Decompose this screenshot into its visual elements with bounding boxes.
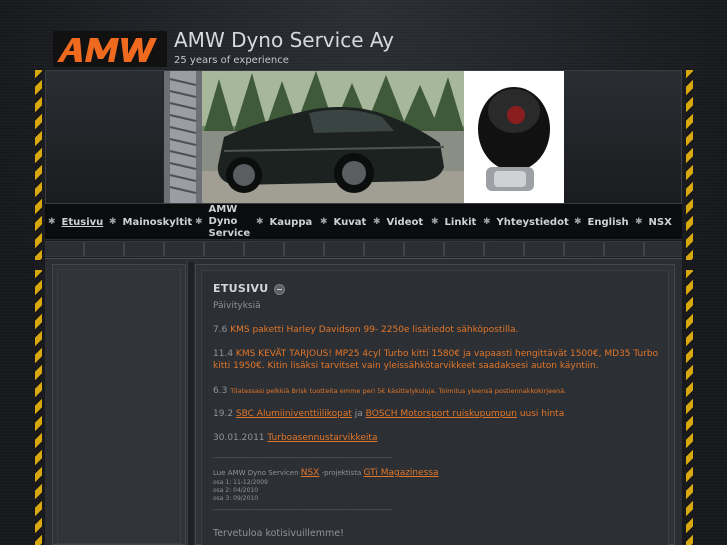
- sbc-valve-covers-link[interactable]: SBC Alumiiniventtiilikopat: [236, 409, 352, 419]
- news-item: 30.01.2011 Turboasennustarvikkeita: [213, 432, 678, 444]
- page-subtitle: Päivityksiä: [213, 301, 261, 311]
- banner-side-right: [564, 71, 681, 203]
- page-title: ETUSIVU: [213, 282, 269, 295]
- star-icon: ✱: [431, 217, 439, 227]
- nav-item-nsx[interactable]: ✱ NSX: [635, 204, 672, 240]
- nav-item-yhteystiedot[interactable]: ✱ Yhteystiedot: [483, 204, 569, 240]
- star-icon: ✱: [256, 217, 264, 227]
- sidebar-panel: [52, 264, 186, 545]
- news-text: KMS paketti Harley Davidson 99- 2250e li…: [230, 325, 519, 335]
- collapse-icon[interactable]: [274, 284, 285, 295]
- separator-line: ----------------------------------------…: [213, 506, 393, 514]
- news-text: ja: [351, 409, 366, 419]
- star-icon: ✱: [109, 217, 117, 227]
- news-text: Tilatessasi pelkkiä Brisk tuotteita emme…: [230, 387, 567, 395]
- hazard-stripe-left: [35, 70, 42, 260]
- star-icon: ✱: [574, 217, 582, 227]
- project-prefix: Lue AMW Dyno Servicen: [213, 469, 301, 477]
- news-item: 19.2 SBC Alumiiniventtiilikopat ja BOSCH…: [213, 408, 678, 420]
- news-text: KMS KEVÄT TARJOUS! MP25 4cyl Turbo kitti…: [213, 349, 659, 371]
- star-icon: ✱: [635, 217, 643, 227]
- nav-item-etusivu[interactable]: ✱ Etusivu: [48, 204, 103, 240]
- project-part: osa 3: 09/2010: [213, 495, 259, 502]
- banner-image: [164, 71, 564, 203]
- news-date: 11.4: [213, 349, 234, 359]
- banner-side-left: [46, 71, 163, 203]
- news-date: 7.6: [213, 325, 228, 335]
- nav-item-english[interactable]: ✱ English: [574, 204, 629, 240]
- site-tagline: 25 years of experience: [174, 55, 289, 66]
- riveted-divider: [45, 241, 682, 257]
- nav-item-kauppa[interactable]: ✱ Kauppa: [256, 204, 312, 240]
- nsx-project-link[interactable]: NSX: [301, 468, 320, 478]
- news-item: 11.4 KMS KEVÄT TARJOUS! MP25 4cyl Turbo …: [213, 348, 678, 372]
- news-date: 19.2: [213, 409, 234, 419]
- hazard-stripe-right: [686, 70, 693, 260]
- news-date: 6.3: [213, 386, 228, 396]
- nav-item-videot[interactable]: ✱ Videot: [373, 204, 423, 240]
- main-nav: ✱ Etusivu ✱ Mainoskyltit ✱ AMW Dyno Serv…: [45, 204, 682, 240]
- nav-item-mainoskyltit[interactable]: ✱ Mainoskyltit: [109, 204, 192, 240]
- amw-logo[interactable]: [53, 31, 167, 67]
- star-icon: ✱: [320, 217, 328, 227]
- hazard-stripe-left-lower: [35, 270, 42, 545]
- project-note: Lue AMW Dyno Servicen NSX -projektista G…: [213, 468, 678, 478]
- welcome-text: Tervetuloa kotisivuillemme!: [213, 528, 344, 539]
- hazard-stripe-right-lower: [686, 270, 693, 545]
- project-part: osa 1: 11-12/2009: [213, 479, 268, 486]
- star-icon: ✱: [195, 217, 203, 227]
- nav-item-linkit[interactable]: ✱ Linkit: [431, 204, 476, 240]
- gti-magazine-link[interactable]: GTi Magazinessa: [363, 468, 438, 478]
- bosch-pump-link[interactable]: BOSCH Motorsport ruiskupumpun: [366, 409, 517, 419]
- project-part: osa 2: 04/2010: [213, 487, 259, 494]
- turbo-parts-link[interactable]: Turboasennustarvikkeita: [267, 433, 377, 443]
- news-text: uusi hinta: [516, 409, 565, 419]
- header: AMW Dyno Service Ay 25 years of experien…: [0, 0, 727, 70]
- news-item: 6.3 Tilatessasi pelkkiä Brisk tuotteita …: [213, 385, 678, 397]
- sidebar-separator: [187, 262, 194, 545]
- news-date: 30.01.2011: [213, 433, 265, 443]
- star-icon: ✱: [373, 217, 381, 227]
- site-title: AMW Dyno Service Ay: [174, 28, 395, 52]
- project-mid: -projektista: [319, 469, 364, 477]
- star-icon: ✱: [48, 217, 56, 227]
- banner: [45, 70, 682, 204]
- separator-line: ----------------------------------------…: [213, 454, 393, 462]
- news-item: 7.6 KMS paketti Harley Davidson 99- 2250…: [213, 324, 678, 336]
- nav-item-amw-dyno-service[interactable]: ✱ AMW Dyno Service: [195, 204, 250, 240]
- star-icon: ✱: [483, 217, 491, 227]
- nav-item-kuvat[interactable]: ✱ Kuvat: [320, 204, 366, 240]
